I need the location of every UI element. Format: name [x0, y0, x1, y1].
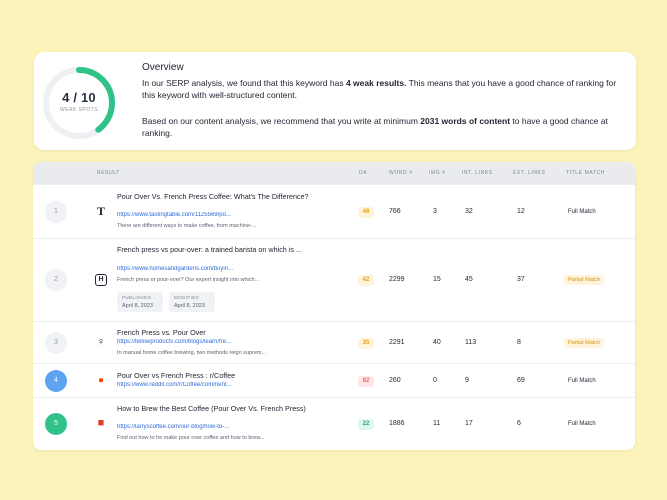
internal-links: 17 [465, 420, 473, 427]
fellow-favicon-icon: ♀ [96, 336, 106, 348]
table-row[interactable]: 3 ♀ French Press vs. Pour Over https://f… [33, 321, 635, 363]
header-external-links[interactable]: EXT. LINKS [513, 170, 545, 176]
title-match: Full Match [568, 421, 596, 427]
image-count: 40 [433, 339, 441, 346]
external-links: 12 [517, 208, 525, 215]
result-title[interactable]: Pour Over vs French Press : r/Coffee [117, 371, 317, 381]
header-title-match[interactable]: TITLE MATCH [566, 170, 605, 176]
internal-links: 32 [465, 208, 473, 215]
word-count: 766 [389, 208, 401, 215]
external-links: 69 [517, 377, 525, 384]
external-links: 8 [517, 339, 521, 346]
modified-date: MODIFIED April 8, 2023 [169, 292, 215, 312]
homesandgardens-favicon-icon: H [95, 274, 107, 286]
header-word-count[interactable]: WORD # [389, 170, 413, 176]
serp-results-table: RESULT DA WORD # IMG # INT. LINKS EXT. L… [33, 162, 635, 450]
overview-card: 4 / 10 WEAK SPOTS Overview In our SERP a… [34, 52, 636, 150]
table-row[interactable]: 2 H French press vs pour-over: a trained… [33, 238, 635, 321]
image-count: 15 [433, 276, 441, 283]
header-da[interactable]: DA [359, 170, 367, 176]
tastingtable-favicon-icon: T [96, 204, 105, 218]
larryscoffee-favicon-icon: ■ [97, 417, 105, 429]
external-links: 6 [517, 420, 521, 427]
rank-badge: 5 [45, 413, 67, 435]
score-value: 4 / 10 [62, 90, 96, 105]
result-url[interactable]: https://www.homesandgardens.com/buyin... [117, 266, 317, 272]
da-badge: 42 [358, 275, 374, 286]
score-label: WEAK SPOTS [59, 107, 99, 113]
reddit-favicon-icon: ● [97, 375, 105, 386]
result-url[interactable]: https://larryscoffee.com/our-blog/how-to… [117, 424, 317, 430]
result-snippet: Find out how to he make pour over coffee… [117, 435, 265, 441]
image-count: 11 [433, 420, 441, 427]
overview-summary: In our SERP analysis, we found that this… [142, 78, 617, 100]
rank-badge: 3 [45, 332, 67, 354]
result-url[interactable]: https://www.tastingtable.com/1125569/po.… [117, 212, 317, 218]
da-badge: 48 [358, 207, 374, 218]
overview-recommendation: Based on our content analysis, we recomm… [142, 116, 608, 138]
result-title[interactable]: Pour Over Vs. French Press Coffee: What'… [117, 192, 317, 202]
da-badge: 35 [358, 338, 374, 349]
published-date: PUBLISHED April 8, 2023 [117, 292, 163, 312]
word-count: 2291 [389, 339, 405, 346]
table-row[interactable]: 5 ■ How to Brew the Best Coffee (Pour Ov… [33, 397, 635, 450]
title-match: Partial Match [564, 275, 605, 285]
table-header: RESULT DA WORD # IMG # INT. LINKS EXT. L… [33, 162, 635, 184]
image-count: 3 [433, 208, 437, 215]
internal-links: 45 [465, 276, 473, 283]
rank-badge: 2 [45, 269, 67, 291]
header-internal-links[interactable]: INT. LINKS [462, 170, 493, 176]
title-match: Full Match [568, 209, 596, 215]
result-snippet: In manual home coffee brewing, two metho… [117, 350, 267, 356]
rank-badge: 1 [45, 201, 67, 223]
result-url[interactable]: https://www.reddit.com/r/Coffee/comment.… [117, 382, 317, 388]
overview-title: Overview [142, 62, 184, 73]
title-match: Partial Match [564, 338, 605, 348]
result-url[interactable]: https://fellowproducts.com/blogs/learn/f… [117, 339, 317, 345]
internal-links: 113 [465, 339, 477, 346]
header-image-count[interactable]: IMG # [429, 170, 446, 176]
table-row[interactable]: 4 ● Pour Over vs French Press : r/Coffee… [33, 363, 635, 397]
result-title[interactable]: How to Brew the Best Coffee (Pour Over V… [117, 404, 317, 414]
da-badge: 82 [358, 376, 374, 387]
title-match: Full Match [568, 378, 596, 384]
image-count: 0 [433, 377, 437, 384]
da-badge: 22 [358, 419, 374, 430]
word-count: 2299 [389, 276, 405, 283]
header-result[interactable]: RESULT [97, 170, 120, 176]
word-count: 260 [389, 377, 401, 384]
result-title[interactable]: French Press vs. Pour Over [117, 328, 317, 338]
result-title[interactable]: French press vs pour-over: a trained bar… [117, 245, 317, 255]
result-snippet: French press or pour-over? Our expert in… [117, 277, 260, 283]
external-links: 37 [517, 276, 525, 283]
word-count: 1886 [389, 420, 405, 427]
result-snippet: There are different ways to make coffee,… [117, 223, 257, 229]
internal-links: 9 [465, 377, 469, 384]
table-row[interactable]: 1 T Pour Over Vs. French Press Coffee: W… [33, 184, 635, 238]
rank-badge: 4 [45, 370, 67, 392]
